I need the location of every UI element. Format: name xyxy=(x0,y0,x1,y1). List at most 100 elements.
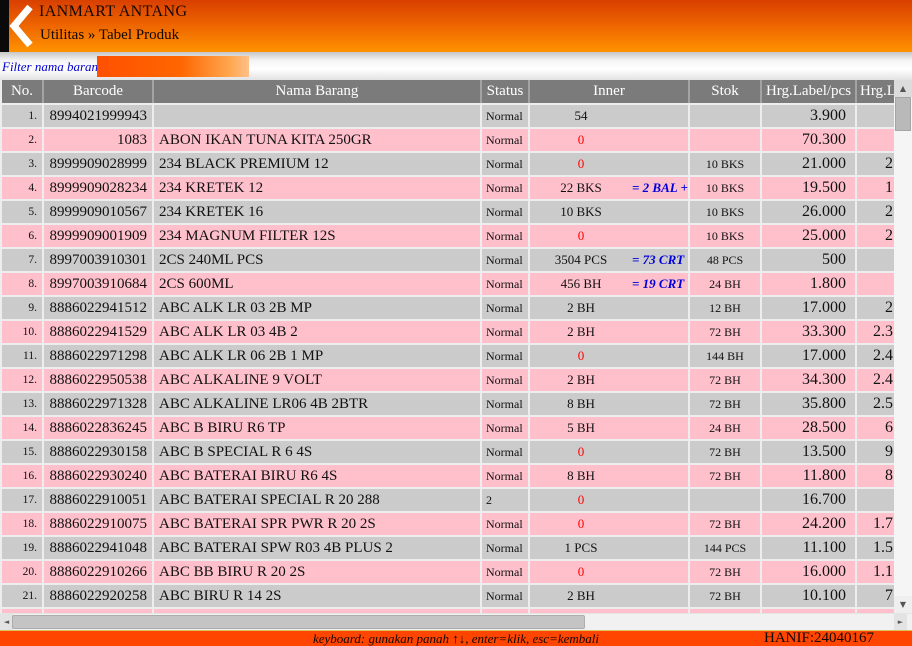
cell-status: Normal xyxy=(481,560,529,584)
table-row[interactable]: 6.8999909001909234 MAGNUM FILTER 12SNorm… xyxy=(1,224,894,248)
column-header-inner[interactable]: Inner xyxy=(529,80,689,104)
cell-hrg: 3.900 xyxy=(761,104,856,128)
column-header-no[interactable]: No. xyxy=(1,80,43,104)
cell-barcode: 8886022910266 xyxy=(43,560,153,584)
cell-status: Normal xyxy=(481,296,529,320)
inner-qty: 2 BH xyxy=(530,372,632,388)
cell-nama: ABON IKAN TUNA KITA 250GR xyxy=(153,128,481,152)
page-title: IANMART ANTANG xyxy=(39,3,187,21)
table-row[interactable]: 3.8999909028999234 BLACK PREMIUM 12Norma… xyxy=(1,152,894,176)
cell-nama: ABC ALKALINE 9 VOLT xyxy=(153,368,481,392)
back-button[interactable] xyxy=(6,2,40,50)
table-row[interactable]: 21.8886022920258ABC BIRU R 14 2SNormal2 … xyxy=(1,584,894,608)
table-row[interactable]: 14.8886022836245ABC B BIRU R6 TPNormal5 … xyxy=(1,416,894,440)
cell-status: Normal xyxy=(481,392,529,416)
cell-hrg2: 2.4 xyxy=(856,344,894,368)
column-header-nama-barang[interactable]: Nama Barang xyxy=(153,80,481,104)
table-row[interactable]: 9.8886022941512ABC ALK LR 03 2B MPNormal… xyxy=(1,296,894,320)
cell-inner: 3504 PCS= 73 CRT + 0 PCS xyxy=(529,248,689,272)
table-row[interactable]: 20.8886022910266ABC BB BIRU R 20 2SNorma… xyxy=(1,560,894,584)
table-row[interactable]: 12.8886022950538ABC ALKALINE 9 VOLTNorma… xyxy=(1,368,894,392)
breadcrumb: Utilitas » Tabel Produk xyxy=(40,27,179,44)
horizontal-scrollbar[interactable]: ◄ ► xyxy=(0,613,912,630)
cell-hrg2: 1.7 xyxy=(856,512,894,536)
cell-stok: 144 BH xyxy=(689,344,761,368)
scroll-down-button[interactable]: ▼ xyxy=(894,596,912,613)
table-row[interactable]: 18.8886022910075ABC BATERAI SPR PWR R 20… xyxy=(1,512,894,536)
filter-input[interactable] xyxy=(97,56,249,77)
table-row[interactable]: 11.8886022971298ABC ALK LR 06 2B 1 MPNor… xyxy=(1,344,894,368)
cell-inner: 5 BH xyxy=(529,416,689,440)
inner-conversion: = 2 BAL + 2 BKS xyxy=(632,180,689,195)
cell-hrg2: 2 xyxy=(856,152,894,176)
cell-status: Normal xyxy=(481,440,529,464)
cell-barcode: 8994021999943 xyxy=(43,104,153,128)
cell-nama: ABC BATERAI BIRU R6 4S xyxy=(153,464,481,488)
column-header-stok[interactable]: Stok xyxy=(689,80,761,104)
inner-qty: 0 xyxy=(530,564,632,580)
cell-nama: 234 KRETEK 12 xyxy=(153,176,481,200)
app-header: IANMART ANTANG Utilitas » Tabel Produk xyxy=(0,0,912,52)
inner-qty: 2 BH xyxy=(530,588,632,604)
table-row[interactable]: 13.8886022971328ABC ALKALINE LR06 4B 2BT… xyxy=(1,392,894,416)
cell-hrg2: 8 xyxy=(856,464,894,488)
cell-barcode: 8886022950538 xyxy=(43,368,153,392)
cell-status: Normal xyxy=(481,152,529,176)
cell-no: 5. xyxy=(1,200,43,224)
cell-hrg2 xyxy=(856,248,894,272)
vertical-scroll-thumb[interactable] xyxy=(895,97,911,131)
cell-stok: 72 BH xyxy=(689,392,761,416)
cell-nama: ABC ALKALINE LR06 4B 2BTR xyxy=(153,392,481,416)
cell-inner: 2 BH xyxy=(529,584,689,608)
table-row[interactable]: 10.8886022941529ABC ALK LR 03 4B 2Normal… xyxy=(1,320,894,344)
table-row[interactable]: 1.8994021999943Normal543.900 xyxy=(1,104,894,128)
horizontal-scroll-thumb[interactable] xyxy=(12,615,585,629)
table-row[interactable]: 5.8999909010567234 KRETEK 16Normal10 BKS… xyxy=(1,200,894,224)
cell-barcode: 8886022930240 xyxy=(43,464,153,488)
cell-hrg: 1.800 xyxy=(761,272,856,296)
table-row[interactable]: 2.1083ABON IKAN TUNA KITA 250GRNormal070… xyxy=(1,128,894,152)
table-row[interactable]: 17.8886022910051ABC BATERAI SPECIAL R 20… xyxy=(1,488,894,512)
cell-barcode: 8999909028234 xyxy=(43,176,153,200)
cell-nama: ABC ALK LR 03 4B 2 xyxy=(153,320,481,344)
cell-barcode: 8997003910684 xyxy=(43,272,153,296)
cell-no: 10. xyxy=(1,320,43,344)
scroll-right-button[interactable]: ► xyxy=(894,614,907,630)
table-row[interactable]: 7.89970039103012CS 240ML PCSNormal3504 P… xyxy=(1,248,894,272)
cell-no: 3. xyxy=(1,152,43,176)
column-header-hrg2[interactable]: Hrg.L xyxy=(856,80,894,104)
cell-hrg2: 1.5 xyxy=(856,536,894,560)
table-row[interactable]: 4.8999909028234234 KRETEK 12Normal22 BKS… xyxy=(1,176,894,200)
cell-stok: 72 BH xyxy=(689,464,761,488)
table-row[interactable]: 8.89970039106842CS 600MLNormal456 BH= 19… xyxy=(1,272,894,296)
product-table: No. Barcode Nama Barang Status Inner Sto… xyxy=(0,80,894,613)
cell-inner: 2 BH xyxy=(529,368,689,392)
cell-no: 1. xyxy=(1,104,43,128)
column-header-status[interactable]: Status xyxy=(481,80,529,104)
cell-stok: 48 PCS xyxy=(689,248,761,272)
cell-inner: 10 BKS xyxy=(529,200,689,224)
table-row[interactable]: 15.8886022930158ABC B SPECIAL R 6 4SNorm… xyxy=(1,440,894,464)
cell-barcode: 8886022971298 xyxy=(43,344,153,368)
cell-inner: 0 xyxy=(529,224,689,248)
cell-no: 14. xyxy=(1,416,43,440)
column-header-barcode[interactable]: Barcode xyxy=(43,80,153,104)
cell-inner: 0 xyxy=(529,152,689,176)
scroll-up-button[interactable]: ▲ xyxy=(894,80,912,97)
cell-nama: ABC BATERAI SPECIAL R 20 288 xyxy=(153,488,481,512)
cell-no: 9. xyxy=(1,296,43,320)
table-row[interactable]: 19.8886022941048ABC BATERAI SPW R03 4B P… xyxy=(1,536,894,560)
vertical-scrollbar[interactable]: ▲ ▼ xyxy=(894,80,912,613)
table-row[interactable]: 16.8886022930240ABC BATERAI BIRU R6 4SNo… xyxy=(1,464,894,488)
inner-qty: 0 xyxy=(530,444,632,460)
cell-status: Normal xyxy=(481,176,529,200)
cell-status: 2 xyxy=(481,488,529,512)
cell-barcode: 8886022971328 xyxy=(43,392,153,416)
cell-hrg: 500 xyxy=(761,248,856,272)
scroll-up-icon: ▲ xyxy=(900,84,906,93)
cell-stok: 72 BH xyxy=(689,560,761,584)
cell-no: 2. xyxy=(1,128,43,152)
column-header-hrg-label[interactable]: Hrg.Label/pcs xyxy=(761,80,856,104)
cell-hrg: 25.000 xyxy=(761,224,856,248)
cell-inner: 0 xyxy=(529,440,689,464)
